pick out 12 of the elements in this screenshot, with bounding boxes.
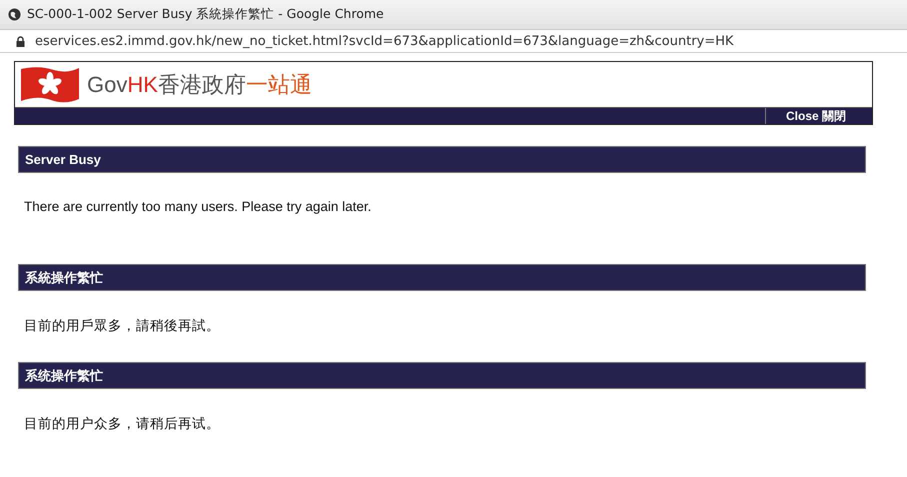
section-header: 系統操作繁忙 [18, 264, 866, 291]
lock-icon [16, 36, 25, 46]
window-title: SC-000-1-002 Server Busy 系統操作繁忙 - Google Chrome [27, 6, 384, 23]
section-header: Server Busy [18, 146, 866, 173]
section-message: There are currently too many users. Please try again later. [23, 198, 372, 216]
flag-icon [19, 64, 81, 104]
section-message: 目前的用戶眾多，請稍後再試。 [23, 317, 221, 335]
section-header: 系统操作繁忙 [18, 362, 866, 389]
logo-wordmark: GovHK香港政府一站通 [87, 70, 312, 98]
globe-icon [8, 8, 21, 21]
url-text[interactable]: eservices.es2.immd.gov.hk/new_no_ticket.html?svcId=673&applicationId=673&language=zh&country=HK [35, 34, 734, 48]
section-message: 目前的用户众多，请稍后再试。 [23, 415, 221, 433]
